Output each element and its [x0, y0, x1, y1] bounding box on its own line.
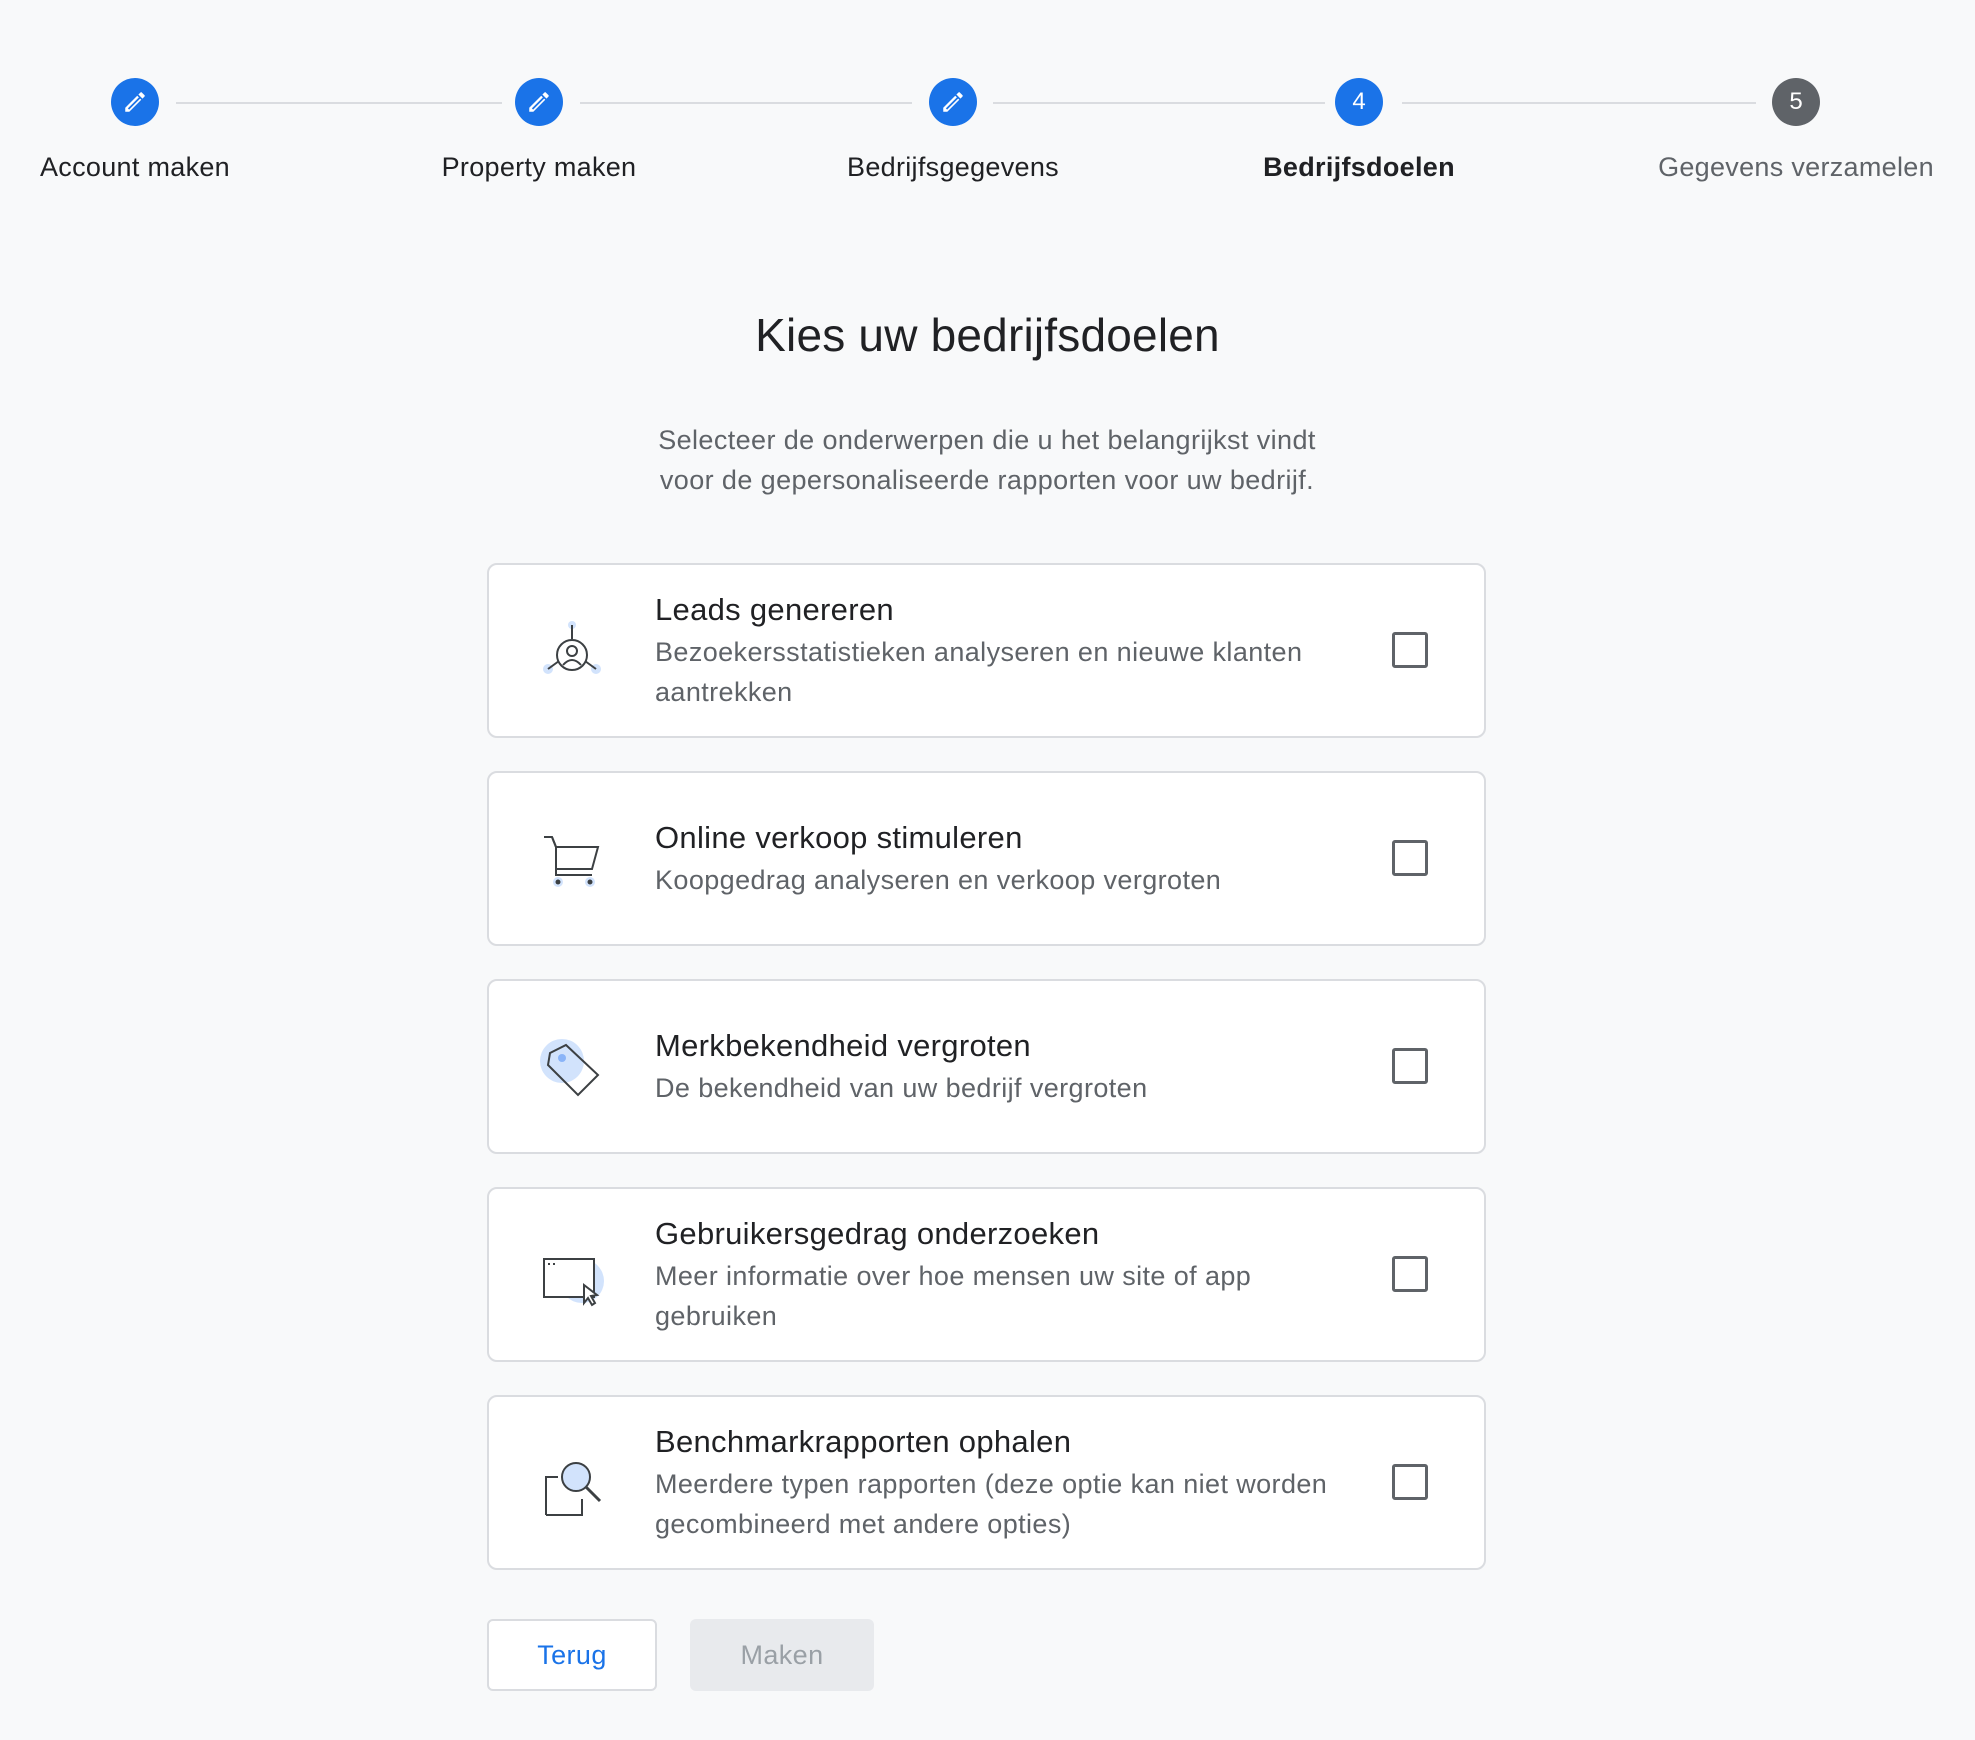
goal-options-list: Leads genereren Bezoekersstatistieken an… [487, 563, 1486, 1603]
step-label: Property maken [441, 152, 637, 182]
step-label: Bedrijfsgegevens [847, 152, 1059, 182]
option-description: Meerdere typen rapporten (deze optie kan… [655, 1468, 1328, 1539]
pencil-icon [111, 78, 159, 126]
pencil-icon [929, 78, 977, 126]
step-number-badge: 4 [1335, 78, 1383, 126]
option-title: Benchmarkrapporten ophalen [655, 1423, 1072, 1459]
progress-stepper: Account maken Property maken Bedrijfsgeg… [0, 0, 1975, 220]
option-title: Online verkoop stimuleren [655, 819, 1023, 855]
step-account-maken[interactable]: Account maken [0, 78, 335, 183]
brand-awareness-checkbox[interactable] [1392, 1047, 1428, 1084]
subtitle-line: Selecteer de onderwerpen die u het belan… [658, 425, 1316, 455]
pencil-icon [515, 78, 563, 126]
step-property-maken[interactable]: Property maken [339, 78, 739, 183]
page-subtitle: Selecteer de onderwerpen die u het belan… [587, 420, 1387, 500]
user-behavior-checkbox[interactable] [1392, 1255, 1428, 1292]
create-button[interactable]: Maken [690, 1619, 874, 1691]
price-tag-icon [532, 1027, 612, 1107]
option-description: Koopgedrag analyseren en verkoop vergrot… [655, 864, 1222, 895]
browser-cursor-icon [532, 1235, 612, 1315]
step-bedrijfsgegevens[interactable]: Bedrijfsgegevens [753, 78, 1153, 183]
step-label: Gegevens verzamelen [1658, 152, 1934, 182]
step-gegevens-verzamelen: 5 Gegevens verzamelen [1596, 78, 1975, 183]
back-button[interactable]: Terug [487, 1619, 657, 1691]
step-bedrijfsdoelen: 4 Bedrijfsdoelen [1159, 78, 1559, 183]
option-card-benchmark[interactable]: Benchmarkrapporten ophalen Meerdere type… [487, 1395, 1486, 1570]
option-description: De bekendheid van uw bedrijf vergroten [655, 1072, 1148, 1103]
option-title: Gebruikersgedrag onderzoeken [655, 1215, 1100, 1251]
step-label: Account maken [40, 152, 230, 182]
option-card-online-sales[interactable]: Online verkoop stimuleren Koopgedrag ana… [487, 771, 1486, 946]
page-title: Kies uw bedrijfsdoelen [755, 309, 1220, 361]
magnifier-report-icon [532, 1443, 612, 1523]
subtitle-line: voor de gepersonaliseerde rapporten voor… [659, 465, 1315, 495]
leads-checkbox[interactable] [1392, 631, 1428, 668]
option-description: Meer informatie over hoe mensen uw site … [655, 1260, 1252, 1331]
leads-person-icon [532, 611, 612, 691]
shopping-cart-icon [532, 819, 612, 899]
step-number-badge: 5 [1772, 78, 1820, 126]
option-card-brand-awareness[interactable]: Merkbekendheid vergroten De bekendheid v… [487, 979, 1486, 1154]
option-card-user-behavior[interactable]: Gebruikersgedrag onderzoeken Meer inform… [487, 1187, 1486, 1362]
option-description: Bezoekersstatistieken analyseren en nieu… [655, 636, 1303, 707]
step-label: Bedrijfsdoelen [1263, 152, 1455, 182]
option-card-leads[interactable]: Leads genereren Bezoekersstatistieken an… [487, 563, 1486, 738]
option-title: Merkbekendheid vergroten [655, 1027, 1031, 1063]
online-sales-checkbox[interactable] [1392, 839, 1428, 876]
benchmark-checkbox[interactable] [1392, 1463, 1428, 1500]
option-title: Leads genereren [655, 591, 894, 627]
